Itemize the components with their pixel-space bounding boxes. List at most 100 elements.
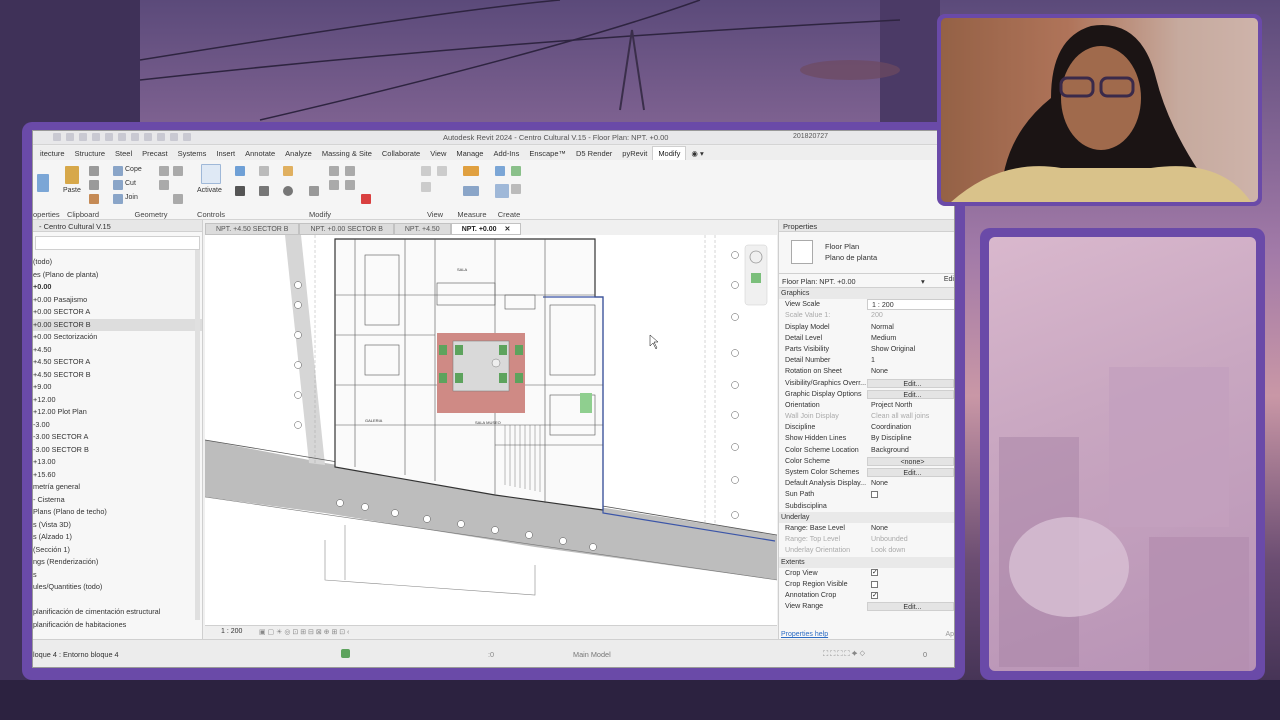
hide-icon[interactable] xyxy=(421,166,431,176)
browser-item[interactable]: +12.00 xyxy=(33,394,202,407)
properties-help-link[interactable]: Properties help xyxy=(781,631,828,638)
property-value[interactable]: None xyxy=(867,478,954,489)
paint-icon[interactable] xyxy=(173,166,183,176)
browser-item[interactable]: +9.00 xyxy=(33,381,202,394)
view-scale-label[interactable]: 1 : 200 xyxy=(221,628,242,635)
wall-joins-icon[interactable] xyxy=(159,180,169,190)
measure-icon[interactable] xyxy=(118,133,126,141)
move-icon[interactable] xyxy=(235,186,245,196)
property-value[interactable]: <none> xyxy=(867,456,954,466)
print-icon[interactable] xyxy=(105,133,113,141)
array-icon[interactable] xyxy=(345,166,355,176)
property-value[interactable]: Normal xyxy=(867,322,954,333)
ribbon-tab-manage[interactable]: Manage xyxy=(451,147,488,160)
browser-item[interactable]: -3.00 SECTOR A xyxy=(33,431,202,444)
browser-item[interactable]: s (Vista 3D) xyxy=(33,519,202,532)
properties-group[interactable]: operties xyxy=(33,160,60,220)
property-value[interactable]: Coordination xyxy=(867,422,954,433)
delete-icon[interactable] xyxy=(361,194,371,204)
sync-icon[interactable] xyxy=(341,649,350,658)
filter-count[interactable]: 0 xyxy=(923,650,927,659)
project-browser-scrollbar[interactable] xyxy=(195,250,200,620)
checkbox[interactable] xyxy=(871,568,878,579)
thin-lines-icon[interactable] xyxy=(170,133,178,141)
browser-item[interactable]: -3.00 xyxy=(33,419,202,432)
property-value[interactable]: None xyxy=(867,523,954,534)
mirror-icon[interactable] xyxy=(283,166,293,176)
active-model[interactable]: Main Model xyxy=(573,650,611,659)
browser-item[interactable]: +0.00 SECTOR B xyxy=(33,318,202,331)
open-icon[interactable] xyxy=(53,133,61,141)
ribbon-tab-steel[interactable]: Steel xyxy=(110,147,137,160)
property-value[interactable]: None xyxy=(867,366,954,377)
demolish-icon[interactable] xyxy=(173,194,183,204)
ribbon-tab-structure[interactable]: Structure xyxy=(70,147,110,160)
split-icon[interactable] xyxy=(329,166,339,176)
property-value[interactable]: 1 : 200 xyxy=(867,299,954,311)
property-value[interactable]: Edit... xyxy=(867,378,954,388)
checkbox[interactable] xyxy=(871,491,878,498)
ribbon-tab-pyrevit[interactable]: pyRevit xyxy=(617,147,652,160)
property-value[interactable]: Project North xyxy=(867,400,954,411)
properties-icon[interactable] xyxy=(37,174,49,192)
browser-item[interactable]: - Cisterna xyxy=(33,494,202,507)
save-icon[interactable] xyxy=(66,133,74,141)
property-value[interactable] xyxy=(867,501,954,512)
worksets-count[interactable]: :0 xyxy=(488,650,494,659)
browser-item[interactable]: (todo) xyxy=(33,256,202,269)
property-value[interactable]: By Discipline xyxy=(867,433,954,444)
type-selector[interactable]: Floor Plan Plano de planta xyxy=(779,232,954,274)
browser-item[interactable]: planificación de habitaciones xyxy=(33,619,202,632)
create-group-icon[interactable] xyxy=(495,184,509,198)
checkbox[interactable] xyxy=(871,590,878,601)
paste-label[interactable]: Paste xyxy=(63,187,81,194)
browser-item[interactable]: +0.00 SECTOR A xyxy=(33,306,202,319)
property-value[interactable]: Show Original xyxy=(867,344,954,355)
close-views-icon[interactable] xyxy=(183,133,191,141)
floor-plan-drawing[interactable]: SALA GALERIA SALA MUSEO xyxy=(205,235,777,625)
chevron-down-icon[interactable]: ▾ xyxy=(921,277,925,286)
align-icon[interactable] xyxy=(235,166,245,176)
view-tab[interactable]: NPT. +0.00 SECTOR B xyxy=(299,223,394,235)
property-value[interactable]: Edit... xyxy=(867,468,954,477)
ribbon-tab-systems[interactable]: Systems xyxy=(173,147,212,160)
match-properties-icon[interactable] xyxy=(89,194,99,204)
cut-icon[interactable] xyxy=(89,166,99,176)
ribbon-tab-add-ins[interactable]: Add-Ins xyxy=(488,147,524,160)
cut-geometry-icon[interactable] xyxy=(113,180,123,190)
browser-item[interactable]: +4.50 SECTOR B xyxy=(33,369,202,382)
browser-item[interactable]: +0.00 Pasajismo xyxy=(33,294,202,307)
section-icon[interactable] xyxy=(157,133,165,141)
browser-item[interactable]: +4.50 SECTOR A xyxy=(33,356,202,369)
ribbon-tab-massing-site[interactable]: Massing & Site xyxy=(317,147,377,160)
ribbon-tab-insert[interactable]: Insert xyxy=(211,147,240,160)
browser-item[interactable]: s xyxy=(33,569,202,582)
ribbon-tab-modify[interactable]: Modify xyxy=(652,146,687,160)
trim-icon[interactable] xyxy=(309,186,319,196)
ribbon-tab-annotate[interactable]: Annotate xyxy=(240,147,280,160)
activate-icon[interactable] xyxy=(201,164,221,184)
join-icon[interactable] xyxy=(113,194,123,204)
property-value[interactable]: Background xyxy=(867,445,954,456)
scale-icon[interactable] xyxy=(329,180,339,190)
close-icon[interactable]: ✕ xyxy=(505,226,511,233)
property-value[interactable]: Medium xyxy=(867,333,954,344)
zoom-icon[interactable] xyxy=(751,273,761,283)
browser-item[interactable]: (Sección 1) xyxy=(33,544,202,557)
edit-type-button[interactable]: Edi xyxy=(944,276,954,283)
view-control-icons[interactable]: ▣ ▢ ☀ ◎ ⊡ ⊞ ⊟ ⊠ ⊕ ⊞ ⊡ ‹ xyxy=(259,628,349,636)
join-button[interactable]: Join xyxy=(125,194,138,201)
linework-icon[interactable] xyxy=(421,182,431,192)
browser-item[interactable]: Plans (Plano de techo) xyxy=(33,506,202,519)
undo-icon[interactable] xyxy=(79,133,87,141)
browser-item[interactable]: s (Alzado 1) xyxy=(33,531,202,544)
cut-geometry-button[interactable]: Cut xyxy=(125,180,136,187)
text-icon[interactable] xyxy=(131,133,139,141)
similar-icon[interactable] xyxy=(511,184,521,194)
drawing-canvas[interactable]: SALA GALERIA SALA MUSEO xyxy=(205,235,777,625)
browser-item[interactable] xyxy=(33,594,202,607)
browser-item[interactable]: +13.00 xyxy=(33,456,202,469)
browser-item[interactable]: ngs (Renderización) xyxy=(33,556,202,569)
view-tab[interactable]: NPT. +4.50 SECTOR B xyxy=(205,223,300,235)
ribbon-tab-view[interactable]: View xyxy=(425,147,451,160)
